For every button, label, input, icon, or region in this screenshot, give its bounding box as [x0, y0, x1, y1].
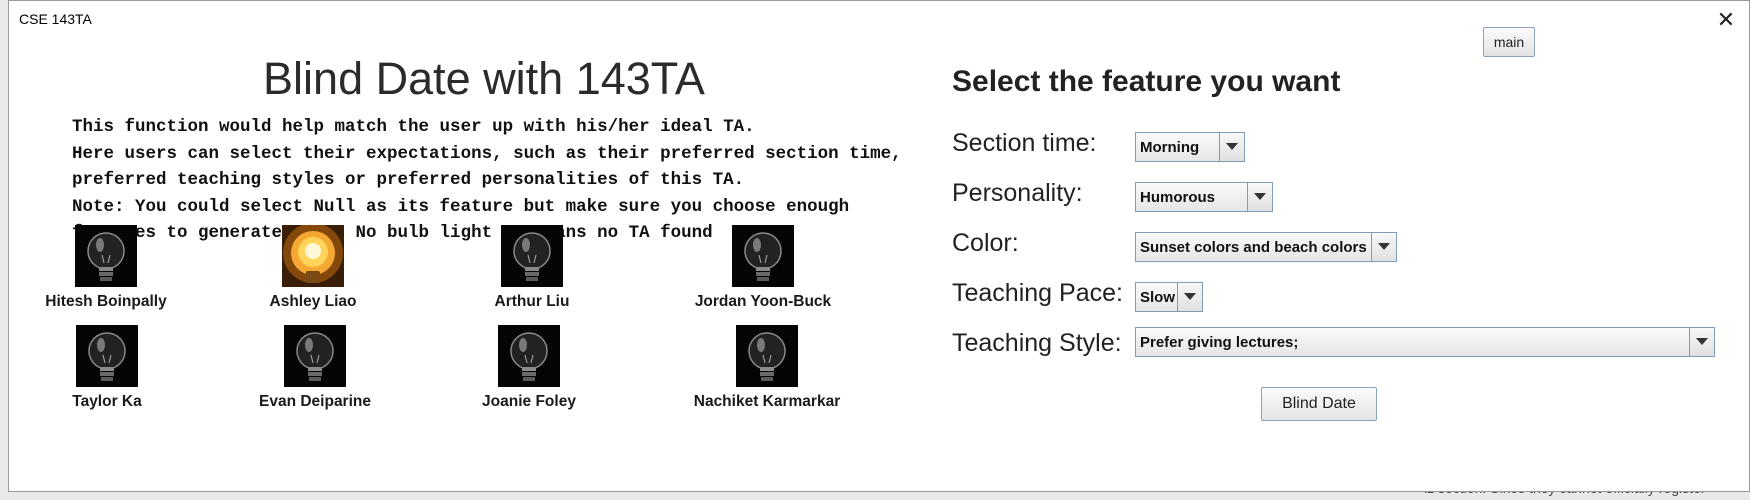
dropdown-value: Sunset colors and beach colors: [1140, 239, 1367, 256]
feature-heading: Select the feature you want: [952, 65, 1341, 98]
ta-card-taylor: Taylor Ka: [0, 325, 222, 415]
blind-date-button[interactable]: Blind Date: [1261, 387, 1377, 421]
ta-card-evan: Evan Deiparine: [200, 325, 430, 415]
bulb-icon: [282, 225, 344, 287]
ta-name: Nachiket Karmarkar: [693, 393, 841, 410]
ta-name: Joanie Foley: [482, 393, 576, 410]
ta-name: Arthur Liu: [494, 293, 570, 310]
bulb-icon: [732, 225, 794, 287]
app-window: CSE 143TA ✕ main Blind Date with 143TA T…: [8, 0, 1750, 492]
teaching-pace-dropdown[interactable]: Slow: [1135, 282, 1203, 312]
description-line: Here users can select their expectations…: [72, 143, 902, 164]
ta-card-hitesh: Hitesh Boinpally: [0, 225, 221, 315]
bulb-icon: [501, 225, 563, 287]
bulb-icon: [498, 325, 560, 387]
ta-name: Hitesh Boinpally: [45, 293, 167, 310]
chevron-down-icon[interactable]: [1219, 133, 1244, 161]
chevron-down-icon[interactable]: [1689, 328, 1714, 356]
ta-card-joanie: Joanie Foley: [414, 325, 644, 415]
teaching-style-label: Teaching Style:: [952, 329, 1122, 357]
chevron-down-icon[interactable]: [1177, 283, 1202, 311]
window-title: CSE 143TA: [19, 11, 92, 27]
ta-card-jordan: Jordan Yoon-Buck: [648, 225, 878, 315]
teaching-style-dropdown[interactable]: Prefer giving lectures;: [1135, 327, 1715, 357]
ta-card-nachiket: Nachiket Karmarkar: [652, 325, 882, 415]
dropdown-value: Prefer giving lectures;: [1140, 334, 1299, 351]
teaching-pace-label: Teaching Pace:: [952, 279, 1123, 307]
section-time-label: Section time:: [952, 129, 1097, 157]
bulb-icon: [76, 325, 138, 387]
dropdown-value: Morning: [1140, 139, 1200, 156]
color-dropdown[interactable]: Sunset colors and beach colors: [1135, 232, 1397, 262]
ta-card-ashley: Ashley Liao: [198, 225, 428, 315]
section-time-dropdown[interactable]: Morning: [1135, 132, 1245, 162]
description-line: preferred teaching styles or preferred p…: [72, 170, 745, 190]
dropdown-value: Humorous: [1140, 189, 1215, 206]
color-label: Color:: [952, 229, 1019, 257]
main-button[interactable]: main: [1483, 27, 1535, 57]
bulb-icon: [75, 225, 137, 287]
bulb-icon: [284, 325, 346, 387]
close-icon[interactable]: ✕: [1709, 5, 1743, 35]
personality-label: Personality:: [952, 179, 1083, 207]
personality-dropdown[interactable]: Humorous: [1135, 182, 1273, 212]
ta-name: Jordan Yoon-Buck: [694, 293, 832, 310]
description-line: Note: You could select Null as its featu…: [72, 196, 850, 217]
ta-name: Taylor Ka: [72, 393, 142, 410]
dropdown-value: Slow: [1140, 289, 1176, 306]
ta-name: Ashley Liao: [269, 293, 357, 310]
page-title: Blind Date with 143TA: [263, 53, 705, 104]
ta-card-arthur: Arthur Liu: [417, 225, 647, 315]
description-line: This function would help match the user …: [72, 117, 755, 137]
chevron-down-icon[interactable]: [1371, 233, 1396, 261]
ta-name: Evan Deiparine: [259, 393, 371, 410]
bulb-icon: [736, 325, 798, 387]
chevron-down-icon[interactable]: [1247, 183, 1272, 211]
